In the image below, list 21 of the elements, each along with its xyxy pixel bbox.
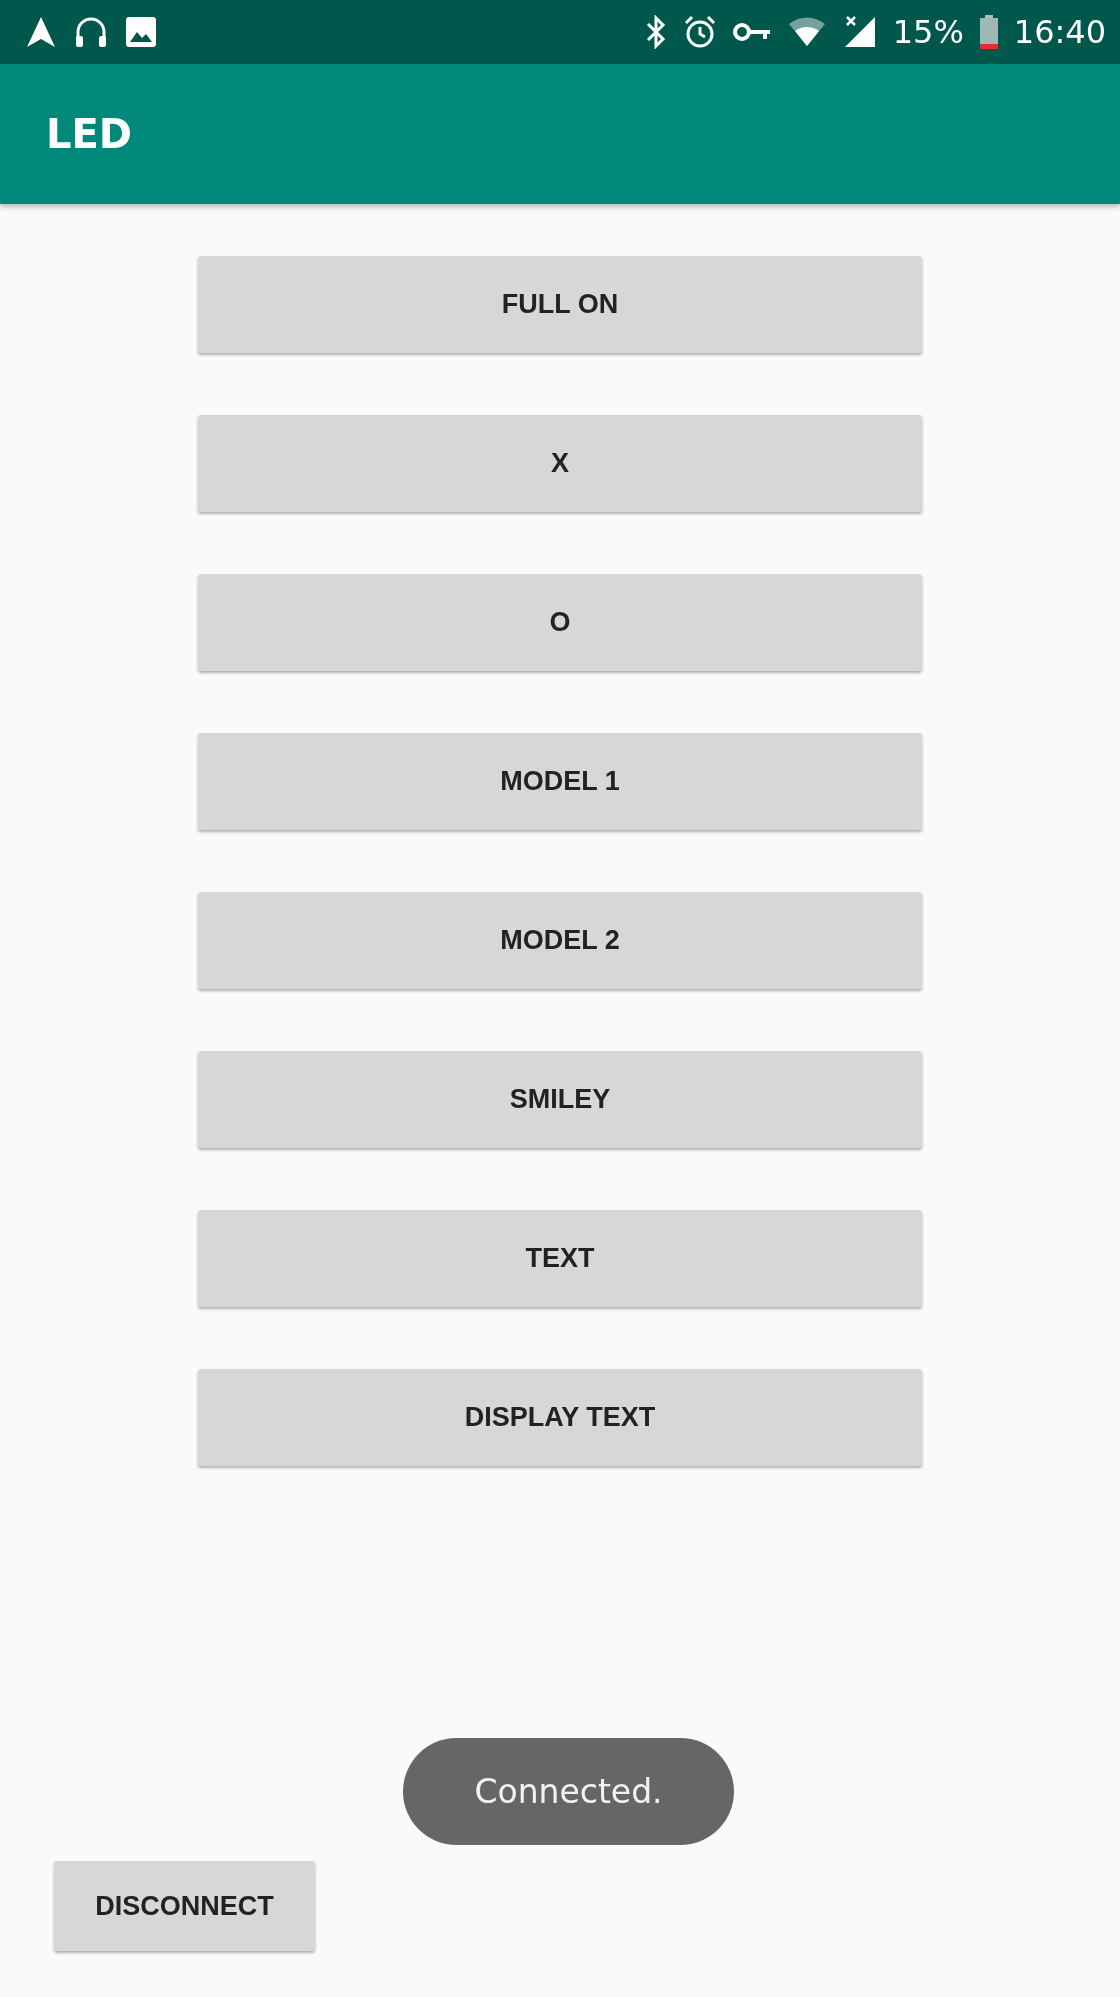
- key-icon: [732, 22, 771, 42]
- alarm-clock-icon: [682, 15, 717, 49]
- pattern-button[interactable]: X: [198, 415, 922, 512]
- pattern-button[interactable]: MODEL 1: [198, 733, 922, 830]
- bluetooth-icon: [644, 15, 667, 49]
- pattern-button[interactable]: MODEL 2: [198, 892, 922, 989]
- image-icon: [126, 17, 156, 47]
- pattern-button[interactable]: O: [198, 574, 922, 671]
- headphones-icon: [74, 15, 108, 49]
- disconnect-button[interactable]: DISCONNECT: [54, 1861, 315, 1951]
- pattern-button[interactable]: TEXT: [198, 1210, 922, 1307]
- clock-time: 16:40: [1013, 13, 1106, 51]
- wifi-icon: [786, 16, 827, 48]
- pattern-button[interactable]: SMILEY: [198, 1051, 922, 1148]
- battery-icon: [979, 15, 998, 49]
- pattern-button[interactable]: DISPLAY TEXT: [198, 1369, 922, 1466]
- app-title: LED: [46, 111, 132, 157]
- battery-percentage: 15%: [892, 13, 964, 51]
- toast-message: Connected.: [403, 1738, 734, 1845]
- navigation-arrow-icon: [26, 16, 56, 48]
- pattern-button[interactable]: FULL ON: [198, 256, 922, 353]
